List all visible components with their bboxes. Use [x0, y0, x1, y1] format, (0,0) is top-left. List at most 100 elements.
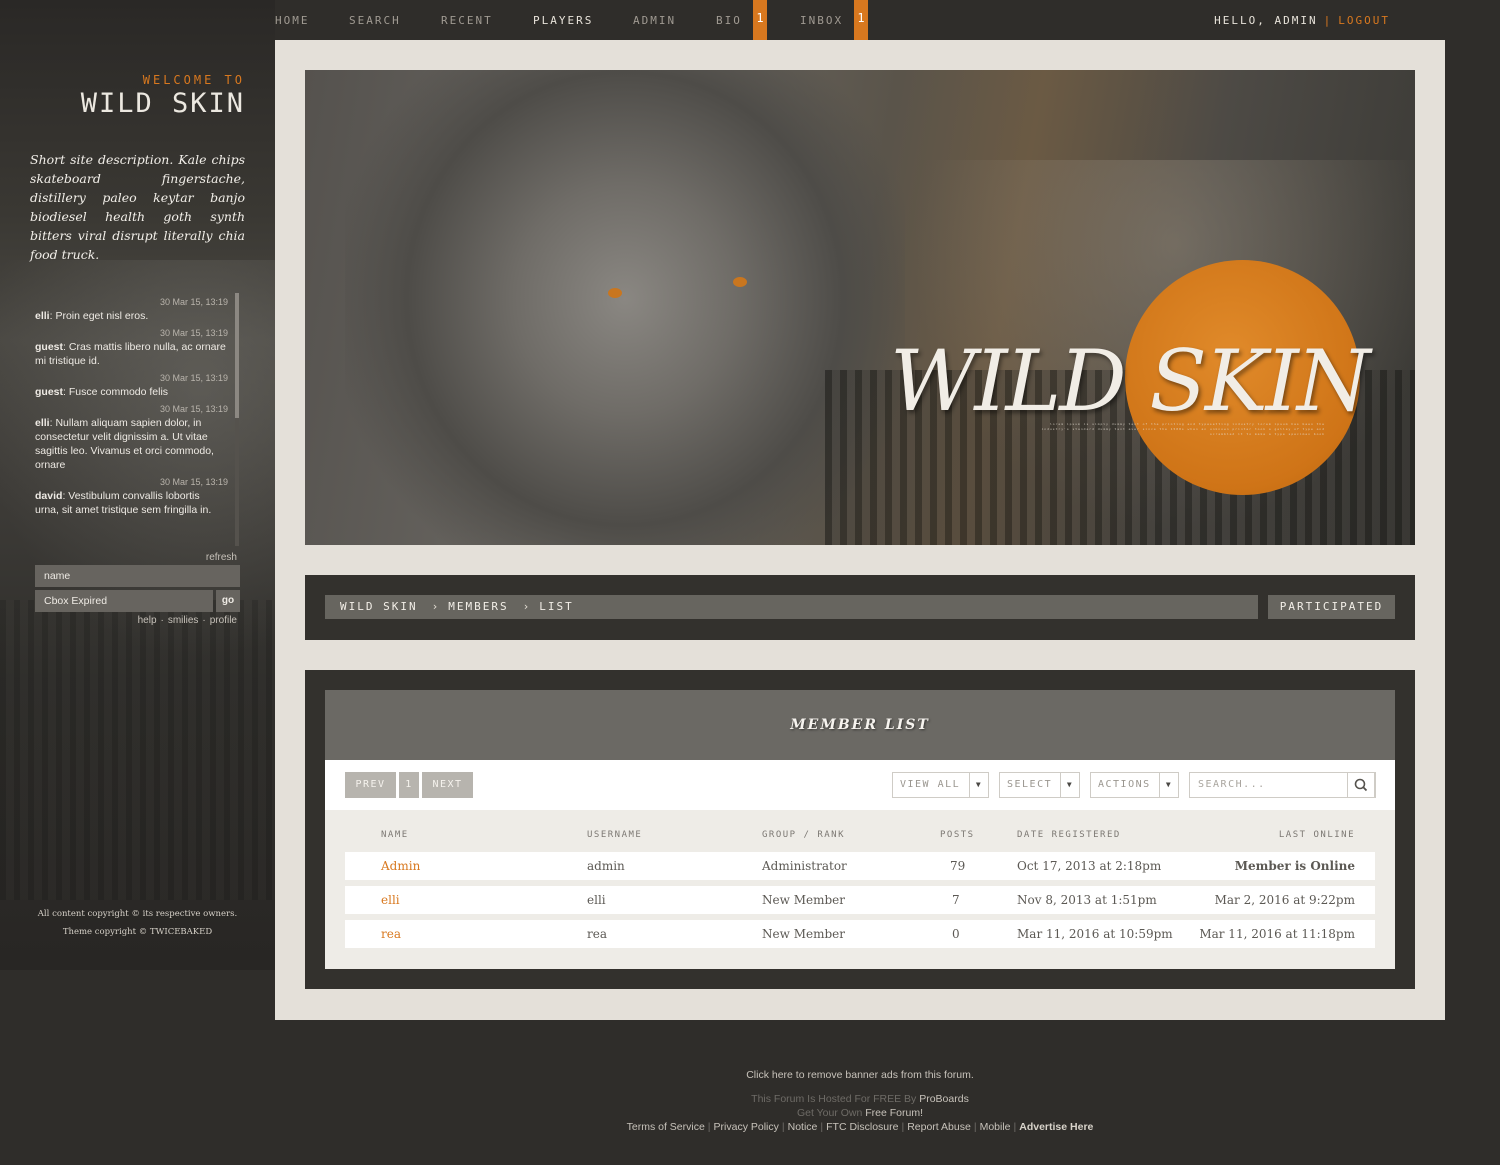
top-navigation: HOME SEARCH RECENT PLAYERS ADMIN BIO 1 I…: [275, 0, 1445, 40]
column-username[interactable]: USERNAME: [587, 830, 642, 840]
link-separator: ·: [202, 615, 206, 626]
member-registered: Oct 17, 2013 at 2:18pm: [1017, 859, 1162, 873]
cbox-username[interactable]: elli: [35, 417, 50, 429]
link-separator: ·: [160, 615, 164, 626]
breadcrumb-separator: ›: [522, 600, 532, 613]
free-forum-link[interactable]: Free Forum!: [865, 1107, 923, 1119]
terms-link[interactable]: Terms of Service: [627, 1121, 705, 1133]
cbox-timestamp: 30 Mar 15, 13:19: [159, 477, 228, 487]
breadcrumb-list[interactable]: LIST: [539, 600, 574, 613]
column-posts[interactable]: POSTS: [940, 830, 975, 840]
cbox-name-field[interactable]: name: [35, 565, 240, 587]
member-registered: Mar 11, 2016 at 10:59pm: [1017, 927, 1173, 941]
member-posts: 79: [950, 859, 966, 873]
actions-dropdown[interactable]: ACTIONS ▼: [1090, 772, 1179, 798]
prev-page-button[interactable]: PREV: [345, 772, 396, 798]
sidebar: WELCOME TO WILD SKIN Short site descript…: [0, 0, 275, 970]
link-separator: |: [820, 1121, 824, 1133]
member-group: Administrator: [762, 859, 847, 873]
get-own-line: Get Your Own Free Forum!: [275, 1106, 1445, 1120]
cbox-message-text: guest: Fusce commodo felis: [35, 386, 169, 398]
select-label: SELECT: [1007, 779, 1053, 790]
member-last-online: Mar 2, 2016 at 9:22pm: [1214, 893, 1355, 907]
cbox-profile-link[interactable]: profile: [210, 615, 237, 626]
view-all-dropdown[interactable]: VIEW ALL ▼: [892, 772, 989, 798]
view-all-label: VIEW ALL: [900, 779, 961, 790]
footer-links: Terms of Service | Privacy Policy | Notice | F…: [275, 1120, 1445, 1134]
cbox-username[interactable]: elli: [35, 310, 50, 322]
bio-notification-badge[interactable]: 1: [753, 0, 767, 40]
breadcrumb-members[interactable]: MEMBERS: [448, 600, 508, 613]
nav-inbox[interactable]: INBOX: [800, 14, 843, 27]
participated-button[interactable]: PARTICIPATED: [1268, 595, 1395, 619]
cbox-refresh-link[interactable]: refresh: [206, 552, 237, 563]
wolf-image: [345, 70, 905, 545]
cbox-timestamp: 30 Mar 15, 13:19: [159, 328, 228, 338]
banner-title: WILD SKIN: [890, 332, 1370, 430]
link-separator: |: [707, 1121, 711, 1133]
member-list-panel: MEMBER LIST PREV 1 NEXT VIEW ALL ▼ SELEC…: [305, 670, 1415, 989]
wolf-eye-right: [733, 277, 747, 287]
site-description: Short site description. Kale chips skate…: [30, 152, 245, 262]
mobile-link[interactable]: Mobile: [980, 1121, 1011, 1133]
proboards-link[interactable]: ProBoards: [919, 1093, 969, 1105]
member-group: New Member: [762, 927, 845, 941]
cbox-message-text: elli: Proin eget nisl eros.: [35, 310, 149, 322]
next-page-button[interactable]: NEXT: [422, 772, 473, 798]
chevron-down-icon: ▼: [969, 773, 988, 797]
cbox-smilies-link[interactable]: smilies: [168, 615, 199, 626]
theme-copyright: Theme copyright © TWICEBAKED: [62, 927, 213, 937]
cbox-timestamp: 30 Mar 15, 13:19: [159, 297, 228, 307]
nav-search[interactable]: SEARCH: [349, 14, 401, 27]
search-icon: [1354, 778, 1368, 792]
search-button[interactable]: [1347, 772, 1375, 798]
logout-link[interactable]: LOGOUT: [1338, 14, 1390, 27]
remove-ads-link[interactable]: Click here to remove banner ads from thi…: [275, 1068, 1445, 1082]
member-name-link[interactable]: elli: [381, 893, 400, 907]
member-list-toolbar: PREV 1 NEXT VIEW ALL ▼ SELECT ▼ ACTIONS …: [325, 760, 1395, 810]
notice-link[interactable]: Notice: [788, 1121, 818, 1133]
cbox-message: 30 Mar 15, 13:19 david: Vestibulum conva…: [35, 476, 240, 517]
advertise-link[interactable]: Advertise Here: [1019, 1121, 1093, 1133]
member-list: MEMBER LIST PREV 1 NEXT VIEW ALL ▼ SELEC…: [325, 690, 1395, 969]
ftc-disclosure-link[interactable]: FTC Disclosure: [826, 1121, 898, 1133]
nav-bio[interactable]: BIO: [716, 14, 742, 27]
table-header: NAME USERNAME GROUP / RANK POSTS DATE RE…: [345, 810, 1375, 852]
member-list-title: MEMBER LIST: [325, 690, 1395, 760]
cbox-username[interactable]: guest: [35, 386, 63, 398]
report-abuse-link[interactable]: Report Abuse: [907, 1121, 971, 1133]
cbox-go-button[interactable]: go: [216, 590, 240, 612]
cbox-message: 30 Mar 15, 13:19 guest: Fusce commodo fe…: [35, 372, 240, 399]
column-date-registered[interactable]: DATE REGISTERED: [1017, 830, 1121, 840]
member-last-online: Member is Online: [1234, 859, 1355, 873]
nav-home[interactable]: HOME: [275, 14, 310, 27]
member-name-link[interactable]: Admin: [381, 859, 420, 873]
header-banner: WILD SKIN lorem ipsum is simply dummy te…: [305, 70, 1415, 545]
nav-players[interactable]: PLAYERS: [533, 14, 593, 27]
inbox-notification-badge[interactable]: 1: [854, 0, 868, 40]
column-group-rank[interactable]: GROUP / RANK: [762, 830, 845, 840]
cbox-help-link[interactable]: help: [138, 615, 157, 626]
cbox-username[interactable]: guest: [35, 341, 63, 353]
cbox-username[interactable]: david: [35, 490, 62, 502]
main-content: WILD SKIN lorem ipsum is simply dummy te…: [275, 40, 1445, 1020]
column-last-online[interactable]: LAST ONLINE: [1279, 830, 1355, 840]
nav-admin[interactable]: ADMIN: [633, 14, 676, 27]
cbox-scroll-thumb[interactable]: [235, 293, 239, 418]
page-number-button[interactable]: 1: [399, 772, 419, 798]
link-separator: |: [1013, 1121, 1017, 1133]
nav-recent[interactable]: RECENT: [441, 14, 493, 27]
select-dropdown[interactable]: SELECT ▼: [999, 772, 1080, 798]
wolf-eye-left: [608, 288, 622, 298]
privacy-link[interactable]: Privacy Policy: [714, 1121, 779, 1133]
member-username: rea: [587, 927, 607, 941]
column-name[interactable]: NAME: [381, 830, 409, 840]
cbox-message-field[interactable]: Cbox Expired: [35, 590, 213, 612]
cbox-message: 30 Mar 15, 13:19 guest: Cras mattis libe…: [35, 327, 240, 368]
link-separator: |: [901, 1121, 905, 1133]
member-name-link[interactable]: rea: [381, 927, 401, 941]
page-footer: Click here to remove banner ads from thi…: [275, 1068, 1445, 1134]
cbox-messages: 30 Mar 15, 13:19 elli: Proin eget nisl e…: [35, 296, 240, 546]
breadcrumb-home[interactable]: WILD SKIN: [340, 600, 418, 613]
welcome-label: WELCOME TO: [142, 73, 245, 87]
